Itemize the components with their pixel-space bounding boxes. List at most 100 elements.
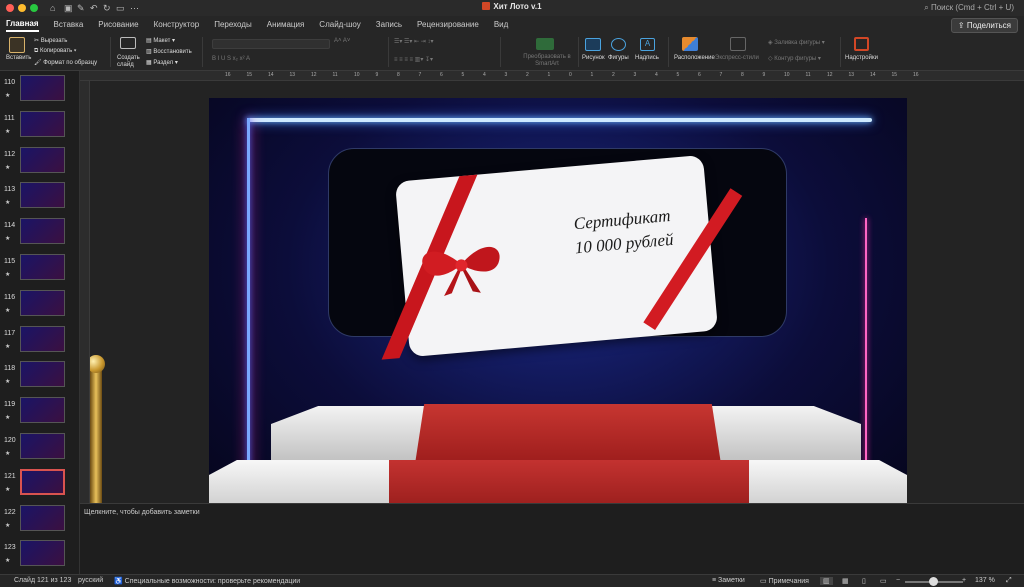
- reset-button[interactable]: ▥ Восстановить: [146, 48, 192, 55]
- section-button[interactable]: ▦ Раздел ▾: [146, 59, 178, 66]
- new-slide-button[interactable]: Создать слайд: [117, 55, 143, 69]
- tab-draw[interactable]: Рисование: [98, 18, 138, 31]
- zoom-in-icon[interactable]: +: [962, 577, 966, 584]
- slide-preview[interactable]: [20, 289, 65, 316]
- slide-thumbnail[interactable]: 110 ★: [0, 75, 78, 111]
- tab-review[interactable]: Рецензирование: [417, 18, 479, 31]
- tab-home[interactable]: Главная: [6, 17, 39, 32]
- cut-button[interactable]: ✂ Вырезать: [34, 37, 67, 44]
- slide-preview[interactable]: [20, 182, 65, 209]
- format-painter-button[interactable]: 🖌 Формат по образцу: [34, 59, 97, 66]
- slide-preview[interactable]: [20, 468, 65, 495]
- slide-preview[interactable]: [20, 110, 65, 137]
- bullets-controls[interactable]: ☰▾ ☰▾ ⇤ ⇥ ↕▾: [394, 38, 434, 45]
- zoom-slider-handle[interactable]: [929, 577, 938, 586]
- reset-label: Восстановить: [153, 49, 192, 55]
- addins-icon[interactable]: [854, 37, 869, 51]
- certificate-text: Сертификат 10 000 рублей: [546, 202, 700, 263]
- slide-thumbnail[interactable]: 117 ★: [0, 325, 78, 362]
- layout-button[interactable]: ▤ Макет ▾: [146, 37, 175, 44]
- slide-thumbnail[interactable]: 121 ★: [0, 468, 78, 505]
- slide-thumbnail[interactable]: 122 ★: [0, 504, 78, 541]
- title-bar: ⌂ ▣ ✎ ↶ ↻ ▭ ⋯ Хит Лото v.1 ⌕ Поиск (Cmd …: [0, 0, 1024, 16]
- slide-preview[interactable]: [20, 75, 65, 101]
- slide-thumbnail[interactable]: 118 ★: [0, 361, 78, 397]
- slide-thumbnail[interactable]: 120 ★: [0, 433, 78, 469]
- normal-view-icon[interactable]: ▥: [820, 577, 833, 585]
- ruler-label: 11: [805, 72, 811, 78]
- neon-line-left: [247, 118, 250, 503]
- slide-preview[interactable]: [20, 397, 65, 424]
- format-painter-label: Формат по образцу: [43, 60, 98, 66]
- arrange-button[interactable]: Расположение: [674, 55, 715, 61]
- copy-button[interactable]: ⧉ Копировать ▾: [34, 48, 76, 55]
- accessibility-label: Специальные возможности: проверьте реком…: [124, 578, 301, 585]
- reading-view-icon[interactable]: ▯: [862, 577, 866, 585]
- slide-thumbnail[interactable]: 115 ★: [0, 254, 78, 290]
- star-icon: ★: [5, 236, 11, 243]
- bold-italic-controls[interactable]: B I U S x₂ x² A: [212, 56, 250, 62]
- fit-slide-icon[interactable]: ⤢: [1006, 577, 1012, 585]
- slide-preview[interactable]: [20, 254, 65, 280]
- accessibility-status[interactable]: ♿ Специальные возможности: проверьте рек…: [114, 577, 300, 585]
- language-indicator[interactable]: русский: [78, 577, 103, 584]
- textbox-button[interactable]: Надпись: [635, 55, 659, 61]
- slide-preview[interactable]: [20, 325, 65, 352]
- notes-pane[interactable]: Щелкните, чтобы добавить заметки: [80, 503, 1024, 574]
- slide-thumbnail[interactable]: 113 ★: [0, 182, 78, 218]
- quick-styles-icon[interactable]: [730, 37, 746, 51]
- picture-button[interactable]: Рисунок: [582, 55, 605, 61]
- slide-preview[interactable]: [20, 433, 65, 459]
- current-slide[interactable]: Сертификат 10 000 рублей: [209, 98, 907, 503]
- arrange-icon[interactable]: [682, 37, 698, 51]
- slide-thumbnail[interactable]: 111 ★: [0, 110, 78, 147]
- shapes-button[interactable]: Фигуры: [608, 55, 629, 61]
- tab-transitions[interactable]: Переходы: [214, 18, 252, 31]
- neon-line-right: [865, 218, 867, 478]
- slide-preview[interactable]: [20, 218, 65, 245]
- tab-design[interactable]: Конструктор: [154, 18, 200, 31]
- notes-placeholder[interactable]: Щелкните, чтобы добавить заметки: [84, 509, 200, 516]
- font-name-dropdown[interactable]: [212, 39, 330, 49]
- tab-view[interactable]: Вид: [494, 18, 508, 31]
- smartart-button[interactable]: Преобразовать в SmartArt: [522, 54, 572, 68]
- tab-slideshow[interactable]: Слайд-шоу: [319, 18, 360, 31]
- ruler-label: 10: [784, 72, 790, 78]
- font-size-controls[interactable]: A˄ A˅: [334, 38, 350, 44]
- slide-thumbnail[interactable]: 112 ★: [0, 146, 78, 183]
- picture-icon[interactable]: [585, 38, 601, 51]
- gift-certificate-card[interactable]: Сертификат 10 000 рублей: [381, 154, 743, 360]
- slide-preview[interactable]: [20, 146, 65, 173]
- slide-thumbnail[interactable]: 116 ★: [0, 289, 78, 326]
- comments-button[interactable]: ▭ Примечания: [760, 577, 809, 585]
- slide-preview[interactable]: [20, 504, 65, 531]
- tab-animations[interactable]: Анимация: [267, 18, 305, 31]
- shape-fill-button[interactable]: ◈ Заливка фигуры ▾: [768, 39, 825, 46]
- addins-button[interactable]: Надстройки: [845, 55, 878, 61]
- slide-preview[interactable]: [20, 540, 65, 567]
- slide-thumbnail[interactable]: 114 ★: [0, 218, 78, 254]
- notes-button[interactable]: ≡ Заметки: [712, 577, 745, 584]
- quick-styles-button[interactable]: Экспресс-стили: [715, 55, 759, 61]
- zoom-level[interactable]: 137 %: [975, 577, 995, 584]
- new-slide-icon[interactable]: [120, 37, 136, 49]
- slide-thumbnail[interactable]: 123 ★: [0, 540, 78, 574]
- search-field[interactable]: ⌕ Поиск (Cmd + Ctrl + U): [924, 3, 1014, 13]
- textbox-icon[interactable]: A: [640, 38, 655, 51]
- tab-insert[interactable]: Вставка: [54, 18, 84, 31]
- share-button[interactable]: ⇪ Поделиться: [950, 18, 1018, 33]
- slide-sorter-icon[interactable]: ▦: [842, 577, 849, 585]
- slide-editing-area[interactable]: Сертификат 10 000 рублей: [90, 81, 1024, 503]
- paste-icon[interactable]: [9, 37, 25, 53]
- slide-thumbnail[interactable]: 119 ★: [0, 397, 78, 433]
- shapes-icon[interactable]: [611, 38, 626, 51]
- slideshow-view-icon[interactable]: ▭: [880, 577, 887, 585]
- paste-button[interactable]: Вставить: [6, 55, 31, 61]
- notes-label: Заметки: [718, 577, 745, 584]
- shape-outline-button[interactable]: ◇ Контур фигуры ▾: [768, 55, 821, 62]
- tab-record[interactable]: Запись: [376, 18, 402, 31]
- slide-preview[interactable]: [20, 361, 65, 388]
- smartart-icon[interactable]: [536, 38, 554, 50]
- align-controls[interactable]: ≡ ≡ ≡ ≡ ▥▾ ↧▾: [394, 56, 433, 63]
- zoom-out-icon[interactable]: −: [896, 577, 900, 584]
